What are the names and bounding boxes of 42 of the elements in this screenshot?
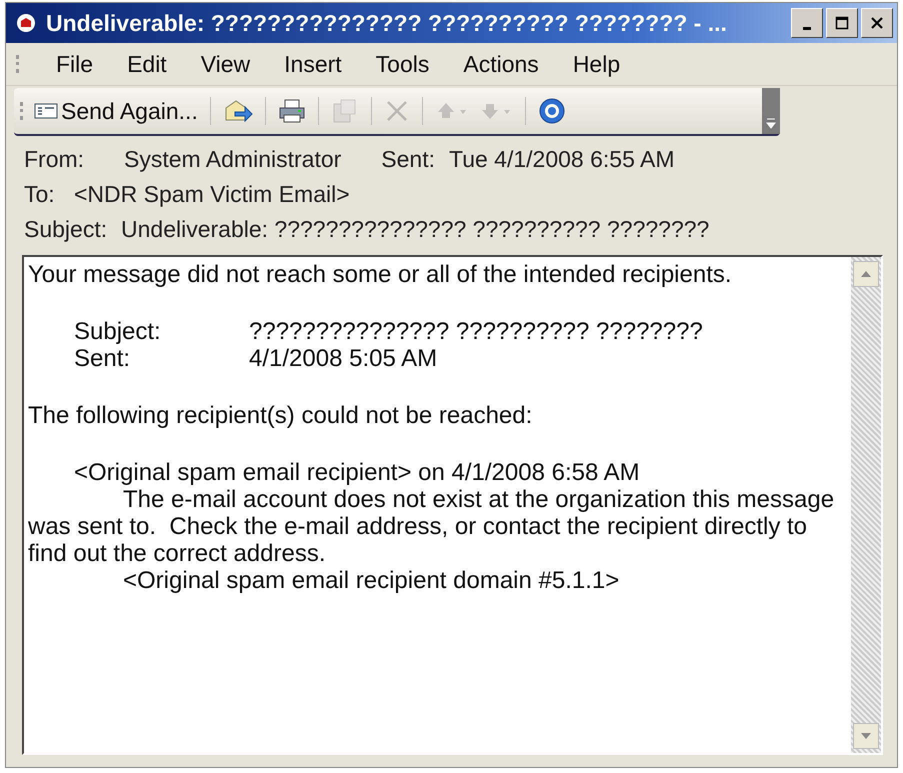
menu-item[interactable]: Insert xyxy=(284,50,342,78)
to-value: <NDR Spam Victim Email> xyxy=(74,181,350,208)
field-label: Subject: xyxy=(74,318,162,345)
sent-value: Tue 4/1/2008 6:55 AM xyxy=(449,146,674,173)
grip-handle[interactable] xyxy=(16,55,22,73)
body-text: The e-mail account does not exist at the organization this message was sent to. Check the e-mail address, or contact the recipient directly to find out the correct address. xyxy=(28,486,836,567)
scrollbar[interactable] xyxy=(851,257,881,753)
grip-handle[interactable] xyxy=(20,102,26,120)
send-again-button[interactable]: Send Again... xyxy=(32,96,200,126)
to-label: To: xyxy=(24,181,56,208)
field-label: Sent: xyxy=(74,345,132,372)
body-text: <Original spam email recipient> on 4/1/2008 6:58 AM xyxy=(73,459,641,486)
window-title: Undeliverable: ??????????????? ?????????? ???????? - ... xyxy=(46,10,728,36)
minimize-icon xyxy=(803,26,811,30)
menu-item[interactable]: Actions xyxy=(463,50,539,78)
from-label: From: xyxy=(24,146,86,173)
maximize-button[interactable] xyxy=(826,8,858,38)
maximize-icon xyxy=(835,16,849,30)
menu-item[interactable]: Help xyxy=(572,50,620,78)
field-value: ??????????????? ?????????? ???????? xyxy=(249,318,703,345)
up-triangle-icon xyxy=(860,270,872,278)
body-text: <Original spam email recipient domain #5.1.1> xyxy=(122,567,620,594)
menu-item[interactable]: Tools xyxy=(376,50,430,78)
scroll-up-button[interactable] xyxy=(853,261,879,287)
menu-item[interactable]: View xyxy=(200,50,250,78)
subject-label: Subject: xyxy=(24,216,108,243)
menu-item[interactable]: Edit xyxy=(127,50,167,78)
menu-item[interactable]: File xyxy=(56,50,94,78)
field-value: 4/1/2008 5:05 AM xyxy=(249,345,438,372)
sent-label: Sent: xyxy=(381,146,436,173)
body-text: The following recipient(s) could not be reached: xyxy=(28,402,534,429)
minimize-button[interactable] xyxy=(791,8,823,38)
form-icon xyxy=(34,102,58,120)
close-icon xyxy=(870,16,884,30)
close-button[interactable] xyxy=(861,8,893,38)
body-text: Your message did not reach some or all of the intended recipients. xyxy=(28,261,733,288)
subject-value: Undeliverable: ??????????????? ?????????? ???????? xyxy=(121,216,710,243)
down-triangle-icon xyxy=(860,732,872,740)
scroll-down-button[interactable] xyxy=(853,723,879,749)
from-value: System Administrator xyxy=(124,146,342,173)
chevron-down-icon xyxy=(766,116,776,130)
toolbar-overflow-button[interactable] xyxy=(762,88,780,134)
